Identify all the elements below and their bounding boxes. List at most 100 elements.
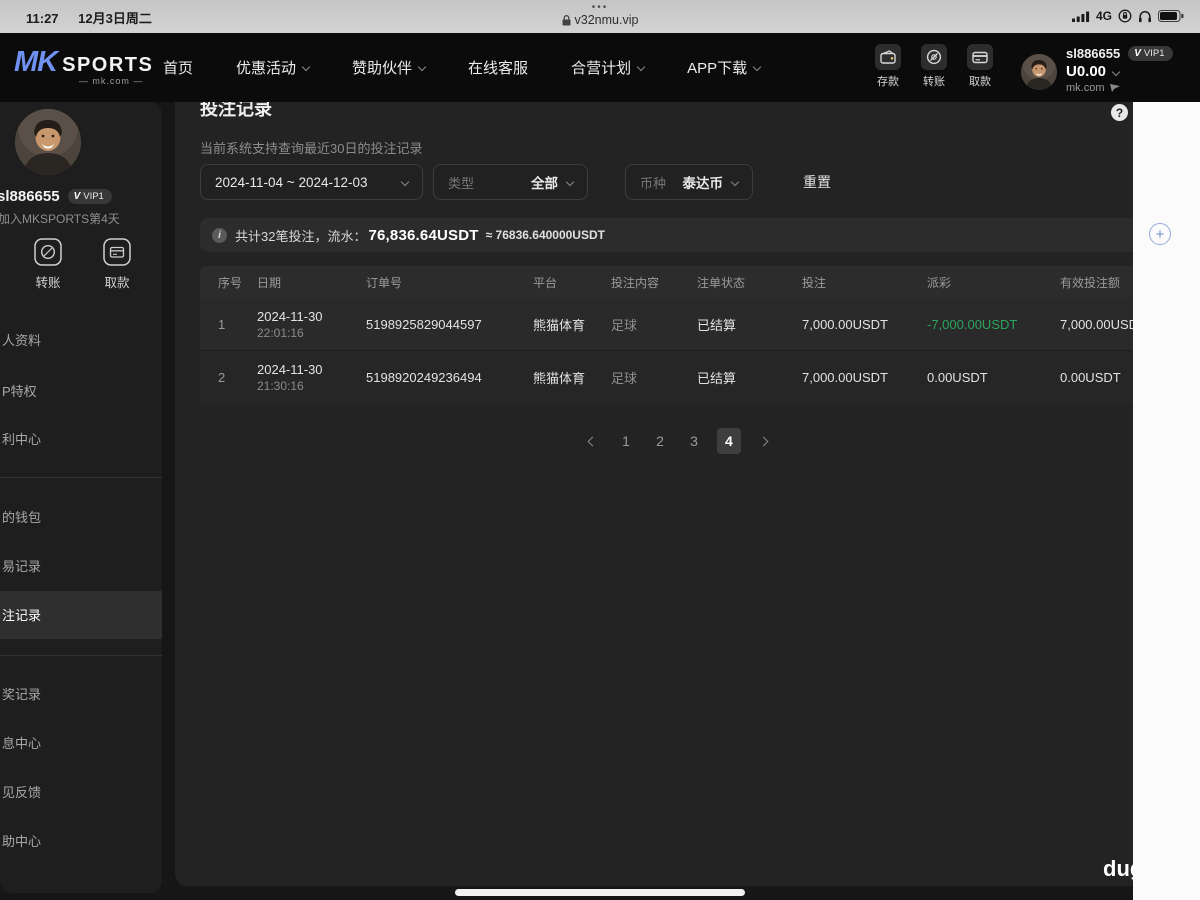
sidebar-item-transaction-records[interactable]: 易记录 <box>2 557 41 577</box>
nav-item-app-download[interactable]: APP下载 <box>687 57 762 78</box>
address-bar[interactable]: v32nmu.vip <box>0 13 1200 27</box>
nav-item-label: 优惠活动 <box>236 60 297 77</box>
page-title: 投注记录 <box>200 102 272 119</box>
logo-domain: — mk.com — <box>78 76 144 86</box>
screen: 11:27 12月3日周二 ••• v32nmu.vip 4G MK SPORT… <box>0 0 1200 900</box>
cell-bet-amount: 7,000.00USDT <box>802 370 888 385</box>
summary-bar: i 共计32笔投注，流水： 76,836.64USDT ≈ 76836.6400… <box>200 218 1200 252</box>
time-value: 21:30:16 <box>257 379 304 393</box>
nav-item-promotions[interactable]: 优惠活动 <box>236 57 311 78</box>
help-icon[interactable]: ? <box>1111 104 1128 121</box>
withdraw-card-icon <box>103 238 131 266</box>
chevron-down-icon <box>730 177 740 187</box>
pagination: 1 2 3 4 <box>581 428 775 454</box>
sidebar-transfer-button[interactable]: 转账 <box>18 237 78 291</box>
sidebar-item-profile[interactable]: 人资料 <box>2 331 41 351</box>
chevron-down-icon <box>417 62 427 72</box>
chevron-down-icon <box>636 62 646 72</box>
status-right: 4G <box>1071 9 1184 23</box>
floating-plus-button[interactable]: + <box>1149 223 1171 245</box>
joined-days-label: 加入MKSPORTS第4天 <box>0 212 120 226</box>
cell-payout: -7,000.00USDT <box>927 316 1018 332</box>
cell-status: 已结算 <box>697 317 737 333</box>
nav-item-support[interactable]: 在线客服 <box>468 57 528 78</box>
currency-select[interactable]: 币种 泰达币 <box>625 164 753 200</box>
page-button-1[interactable]: 1 <box>615 428 637 454</box>
query-range-note: 当前系统支持查询最近30日的投注记录 <box>200 141 423 156</box>
url-text: v32nmu.vip <box>574 13 639 27</box>
page-button-3[interactable]: 3 <box>683 428 705 454</box>
profile-avatar[interactable] <box>15 109 81 175</box>
quick-actions: 存款 转账 取款 <box>872 44 996 89</box>
vip-level: VIP1 <box>83 191 104 202</box>
info-icon: i <box>212 227 227 243</box>
sidebar-withdraw-button[interactable]: 取款 <box>87 237 147 291</box>
vip-badge: V VIP1 <box>1128 46 1173 61</box>
next-page-button[interactable] <box>753 428 775 454</box>
user-avatar[interactable] <box>1021 54 1057 90</box>
pennant-icon <box>1109 84 1120 92</box>
currency-label: 币种 <box>640 175 667 191</box>
bet-records-panel: 投注记录 ? 投 当前系统支持查询最近30日的投注记录 2024-11-04 ~… <box>175 102 1200 886</box>
deposit-label: 存款 <box>877 76 899 88</box>
type-select[interactable]: 类型 全部 <box>433 164 588 200</box>
date-value: 2024-11-30 <box>257 308 323 324</box>
logo-sports: SPORTS <box>62 54 154 76</box>
username: sl886655 <box>1066 46 1121 61</box>
user-info: sl886655 V VIP1 U0.00 mk.com <box>1066 46 1173 94</box>
type-label: 类型 <box>448 175 475 191</box>
nav-item-label: 在线客服 <box>468 60 529 77</box>
sidebar-item-bet-records[interactable]: 注记录 <box>2 606 41 626</box>
tab-dots[interactable]: ••• <box>0 3 1200 13</box>
col-header-index: 序号 <box>218 275 243 290</box>
date-range-select[interactable]: 2024-11-04 ~ 2024-12-03 <box>200 164 423 200</box>
time-value: 22:01:16 <box>257 325 304 340</box>
withdraw-label: 取款 <box>104 276 130 290</box>
signal-icon <box>1071 11 1090 22</box>
cell-status: 已结算 <box>697 371 737 386</box>
sidebar-item-message-center[interactable]: 息中心 <box>2 734 41 754</box>
cell-date: 2024-11-30 22:01:16 <box>257 309 366 340</box>
sidebar-item-feedback[interactable]: 见反馈 <box>2 783 41 803</box>
sidebar-username: sl886655 <box>0 188 60 205</box>
page-button-2[interactable]: 2 <box>649 428 671 454</box>
table-row: 1 2024-11-30 22:01:16 5198925829044597 熊猫… <box>200 298 1200 351</box>
cell-platform: 熊猫体育 <box>533 371 586 386</box>
logo-mk: MK <box>14 46 58 78</box>
turnover-approx: ≈ 76836.640000USDT <box>485 228 605 242</box>
sidebar-divider <box>0 655 162 656</box>
prev-page-button[interactable] <box>581 428 603 454</box>
nav-item-sponsors[interactable]: 赞助伙伴 <box>352 57 427 78</box>
sidebar-item-help-center[interactable]: 助中心 <box>2 832 41 852</box>
home-indicator[interactable] <box>455 889 745 896</box>
col-header-bet: 投注 <box>802 275 827 290</box>
withdraw-button[interactable]: 取款 <box>964 44 996 89</box>
transfer-button[interactable]: 转账 <box>918 44 950 89</box>
transfer-label: 转账 <box>35 276 61 290</box>
currency-value: 泰达币 <box>682 176 724 191</box>
nav-item-label: 首页 <box>163 60 194 77</box>
lock-icon <box>562 14 571 25</box>
col-header-payout: 派彩 <box>927 275 952 290</box>
balance-dropdown[interactable]: U0.00 <box>1066 63 1173 80</box>
brand-logo[interactable]: MK SPORTS — mk.com — <box>14 46 153 86</box>
coin-icon <box>921 44 947 70</box>
reset-button[interactable]: 重置 <box>803 164 831 200</box>
sidebar-item-vip-privileges[interactable]: P特权 <box>2 382 37 402</box>
date-value: 2024-11-30 <box>257 362 323 377</box>
card-icon <box>967 44 993 70</box>
cell-platform: 熊猫体育 <box>533 317 586 333</box>
sidebar-item-wallet[interactable]: 的钱包 <box>2 508 41 528</box>
deposit-button[interactable]: 存款 <box>872 44 904 89</box>
table-header-row: 序号 日期 订单号 平台 投注内容 注单状态 投注 派彩 有效投注额 <box>200 266 1200 298</box>
sidebar-item-win-records[interactable]: 奖记录 <box>2 685 41 705</box>
nav-item-affiliate[interactable]: 合营计划 <box>571 57 646 78</box>
sidebar: sl886655 V VIP1 加入MKSPORTS第4天 转账 取款 人资料 P… <box>0 102 162 893</box>
page-button-4-active[interactable]: 4 <box>717 428 741 454</box>
nav-item-home[interactable]: 首页 <box>163 57 193 78</box>
transfer-icon <box>34 238 62 266</box>
cell-bet-content: 足球 <box>611 371 638 386</box>
vip-v-icon: V <box>1134 48 1141 59</box>
sidebar-item-benefits-center[interactable]: 利中心 <box>2 430 41 450</box>
rotation-lock-icon <box>1118 9 1132 23</box>
